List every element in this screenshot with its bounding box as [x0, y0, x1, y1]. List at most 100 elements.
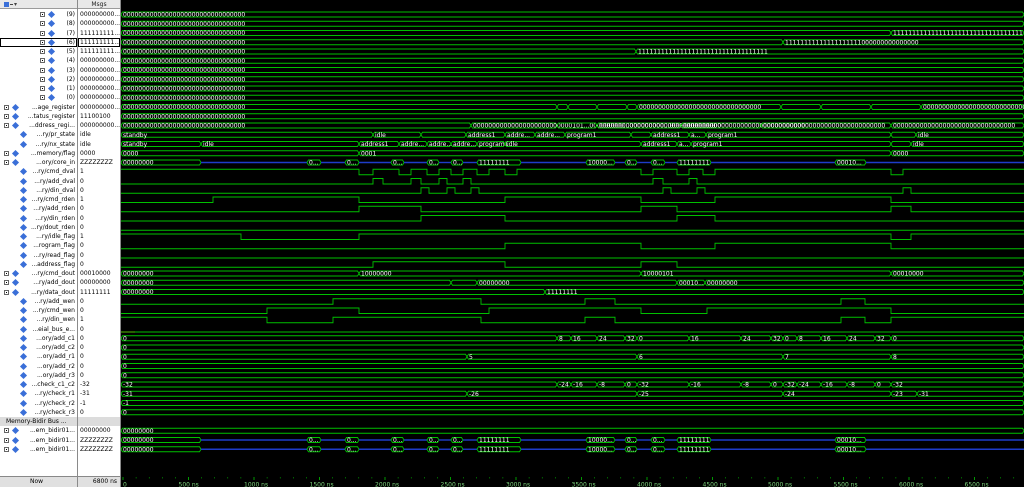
signal-row[interactable]: ...ry/add_dval — [0, 177, 77, 186]
expand-icon[interactable] — [40, 49, 45, 54]
signal-row[interactable]: (0) — [0, 93, 77, 102]
signal-value-row: 0 — [78, 408, 120, 417]
signal-row[interactable]: (4) — [0, 56, 77, 65]
bus-value-label: address1 — [468, 132, 496, 139]
signal-row[interactable]: ...ddress_regi... — [0, 121, 77, 130]
signal-row[interactable]: ...ry/cmd_dout — [0, 269, 77, 278]
bus-segment — [121, 150, 360, 157]
signal-row[interactable]: ...ry/read_flag — [0, 251, 77, 260]
signal-row[interactable]: ...ry/dout_rden — [0, 223, 77, 232]
signal-value-row: 0 — [78, 251, 120, 260]
bus-value-label: 10000... — [588, 437, 613, 444]
time-ruler[interactable]: 0 500 ns 1000 ns 1500 ns 2000 ns 2500 ns 3000 … — [121, 477, 1024, 487]
signal-row[interactable]: ...em_bidir01... — [0, 436, 77, 445]
signal-row[interactable]: ...tatus_register — [0, 112, 77, 121]
signal-row[interactable]: ...ry/check_r1 — [0, 389, 77, 398]
expand-icon[interactable] — [40, 58, 45, 64]
waveform-pane[interactable]: 00000000000000000000000000000000 00000000… — [121, 0, 1024, 477]
expand-icon[interactable] — [4, 280, 9, 286]
signal-value: 0 — [80, 214, 84, 222]
signal-row[interactable]: ...ry/din_rden — [0, 214, 77, 223]
signal-row[interactable]: ...ry/add_rden — [0, 204, 77, 213]
signal-row[interactable]: ...ry/din_dval — [0, 186, 77, 195]
signal-row[interactable]: ...rogram_flag — [0, 241, 77, 250]
expand-icon[interactable] — [4, 271, 9, 276]
bus-value-label: -32 — [639, 382, 649, 389]
signal-row[interactable]: (2) — [0, 75, 77, 84]
expand-icon[interactable] — [4, 113, 9, 119]
bus-value-label: 16 — [573, 335, 581, 342]
signal-row[interactable]: (8) — [0, 19, 77, 28]
signal-row[interactable]: (3) — [0, 66, 77, 75]
signal-value-row: idle — [78, 140, 120, 149]
expand-icon[interactable] — [40, 12, 45, 17]
expand-icon[interactable] — [4, 123, 9, 128]
digital-waveform — [121, 205, 1024, 213]
bus-value-label: 0 — [785, 335, 789, 342]
signal-row[interactable]: (9) — [0, 10, 77, 19]
signal-diamond-icon — [11, 288, 20, 296]
bus-segment — [567, 104, 598, 110]
signal-row[interactable]: ...ory/add_c1 — [0, 334, 77, 343]
signal-row[interactable]: ...ory/core_in — [0, 158, 77, 167]
signal-row[interactable]: ...check_c1_c2 — [0, 380, 77, 389]
signal-diamond-icon — [19, 232, 28, 241]
signal-row[interactable]: ...ry/cmd_rden — [0, 195, 77, 204]
signal-row[interactable]: (7) — [0, 29, 77, 38]
signal-row[interactable]: ...ry/add_wen — [0, 297, 77, 306]
signal-row[interactable]: ...ry/din_wen — [0, 315, 77, 324]
expand-icon[interactable] — [4, 437, 9, 443]
signal-row[interactable]: Memory-Bidir Bus ... — [0, 417, 77, 426]
signal-row[interactable]: ...em_bidir01... — [0, 426, 77, 435]
expand-icon[interactable] — [40, 86, 45, 91]
signal-row[interactable]: ...ory/add_r2 — [0, 362, 77, 371]
signal-row[interactable]: ...memory/flag — [0, 149, 77, 158]
signal-row[interactable]: ...ry/check_r2 — [0, 399, 77, 408]
bus-value-label: 0... — [653, 446, 663, 453]
signal-value-row — [78, 417, 120, 426]
signal-name: ...tatus_register — [27, 112, 75, 120]
signal-values-pane: Msgs 000000000... 000000000... 111111111..… — [78, 0, 121, 487]
expand-icon[interactable] — [40, 30, 45, 36]
signal-name: ...ry/dout_rden — [30, 223, 75, 231]
signal-row[interactable]: ...ry/idle_flag — [0, 232, 77, 241]
expand-icon[interactable] — [4, 150, 9, 156]
signal-row[interactable]: ...ry/cmd_dval — [0, 167, 77, 176]
expand-icon[interactable] — [40, 39, 45, 45]
expand-icon[interactable] — [4, 289, 9, 295]
signal-row[interactable]: ...ory/add_c2 — [0, 343, 77, 352]
signal-row[interactable]: ...ry/cmd_wen — [0, 306, 77, 315]
signal-row[interactable]: ...ry/pr_state — [0, 130, 77, 139]
bus-value-label: 11111111111111111111000000000000000 — [785, 39, 919, 46]
signal-row[interactable]: ...ry/nx_state — [0, 140, 77, 149]
signal-diamond-icon — [19, 306, 28, 315]
signal-row[interactable]: ...eial_bus_e... — [0, 325, 77, 334]
values-header: Msgs — [78, 0, 120, 9]
signal-row[interactable]: (6) — [0, 37, 77, 47]
expand-icon[interactable] — [40, 95, 45, 101]
signal-row[interactable]: (1) — [0, 84, 77, 93]
signal-row[interactable]: (5) — [0, 47, 77, 56]
expand-icon[interactable] — [4, 428, 9, 434]
bus-value-label: 0... — [309, 437, 319, 444]
bus-value-label: 00000000 — [123, 160, 154, 167]
signal-row[interactable]: ...ry/data_dout — [0, 288, 77, 297]
signal-value-row: 1 — [78, 315, 120, 324]
expand-icon[interactable] — [4, 104, 9, 110]
signal-row[interactable]: ...ry/add_dout — [0, 278, 77, 287]
signal-row[interactable]: ...ory/add_r1 — [0, 352, 77, 361]
expand-icon[interactable] — [40, 21, 45, 27]
signal-row[interactable]: ...ry/check_r3 — [0, 408, 77, 417]
signal-row[interactable]: ...age_register — [0, 103, 77, 112]
signal-row[interactable]: ...ory/add_r3 — [0, 371, 77, 380]
signal-row[interactable]: ...em_bidir01... — [0, 445, 77, 454]
signal-row[interactable]: ...address_flag — [0, 260, 77, 269]
expand-icon[interactable] — [4, 160, 9, 165]
expand-icon[interactable] — [4, 446, 9, 452]
wave-menu-icon[interactable] — [4, 1, 18, 8]
expand-icon[interactable] — [40, 76, 45, 82]
signal-value: 0 — [80, 186, 84, 194]
waveform-canvas[interactable]: 0000000000000000000000000000000000000000… — [121, 0, 1024, 477]
expand-icon[interactable] — [40, 67, 45, 73]
bus-value-label: 00000000000000000000000000000000 — [123, 49, 245, 56]
